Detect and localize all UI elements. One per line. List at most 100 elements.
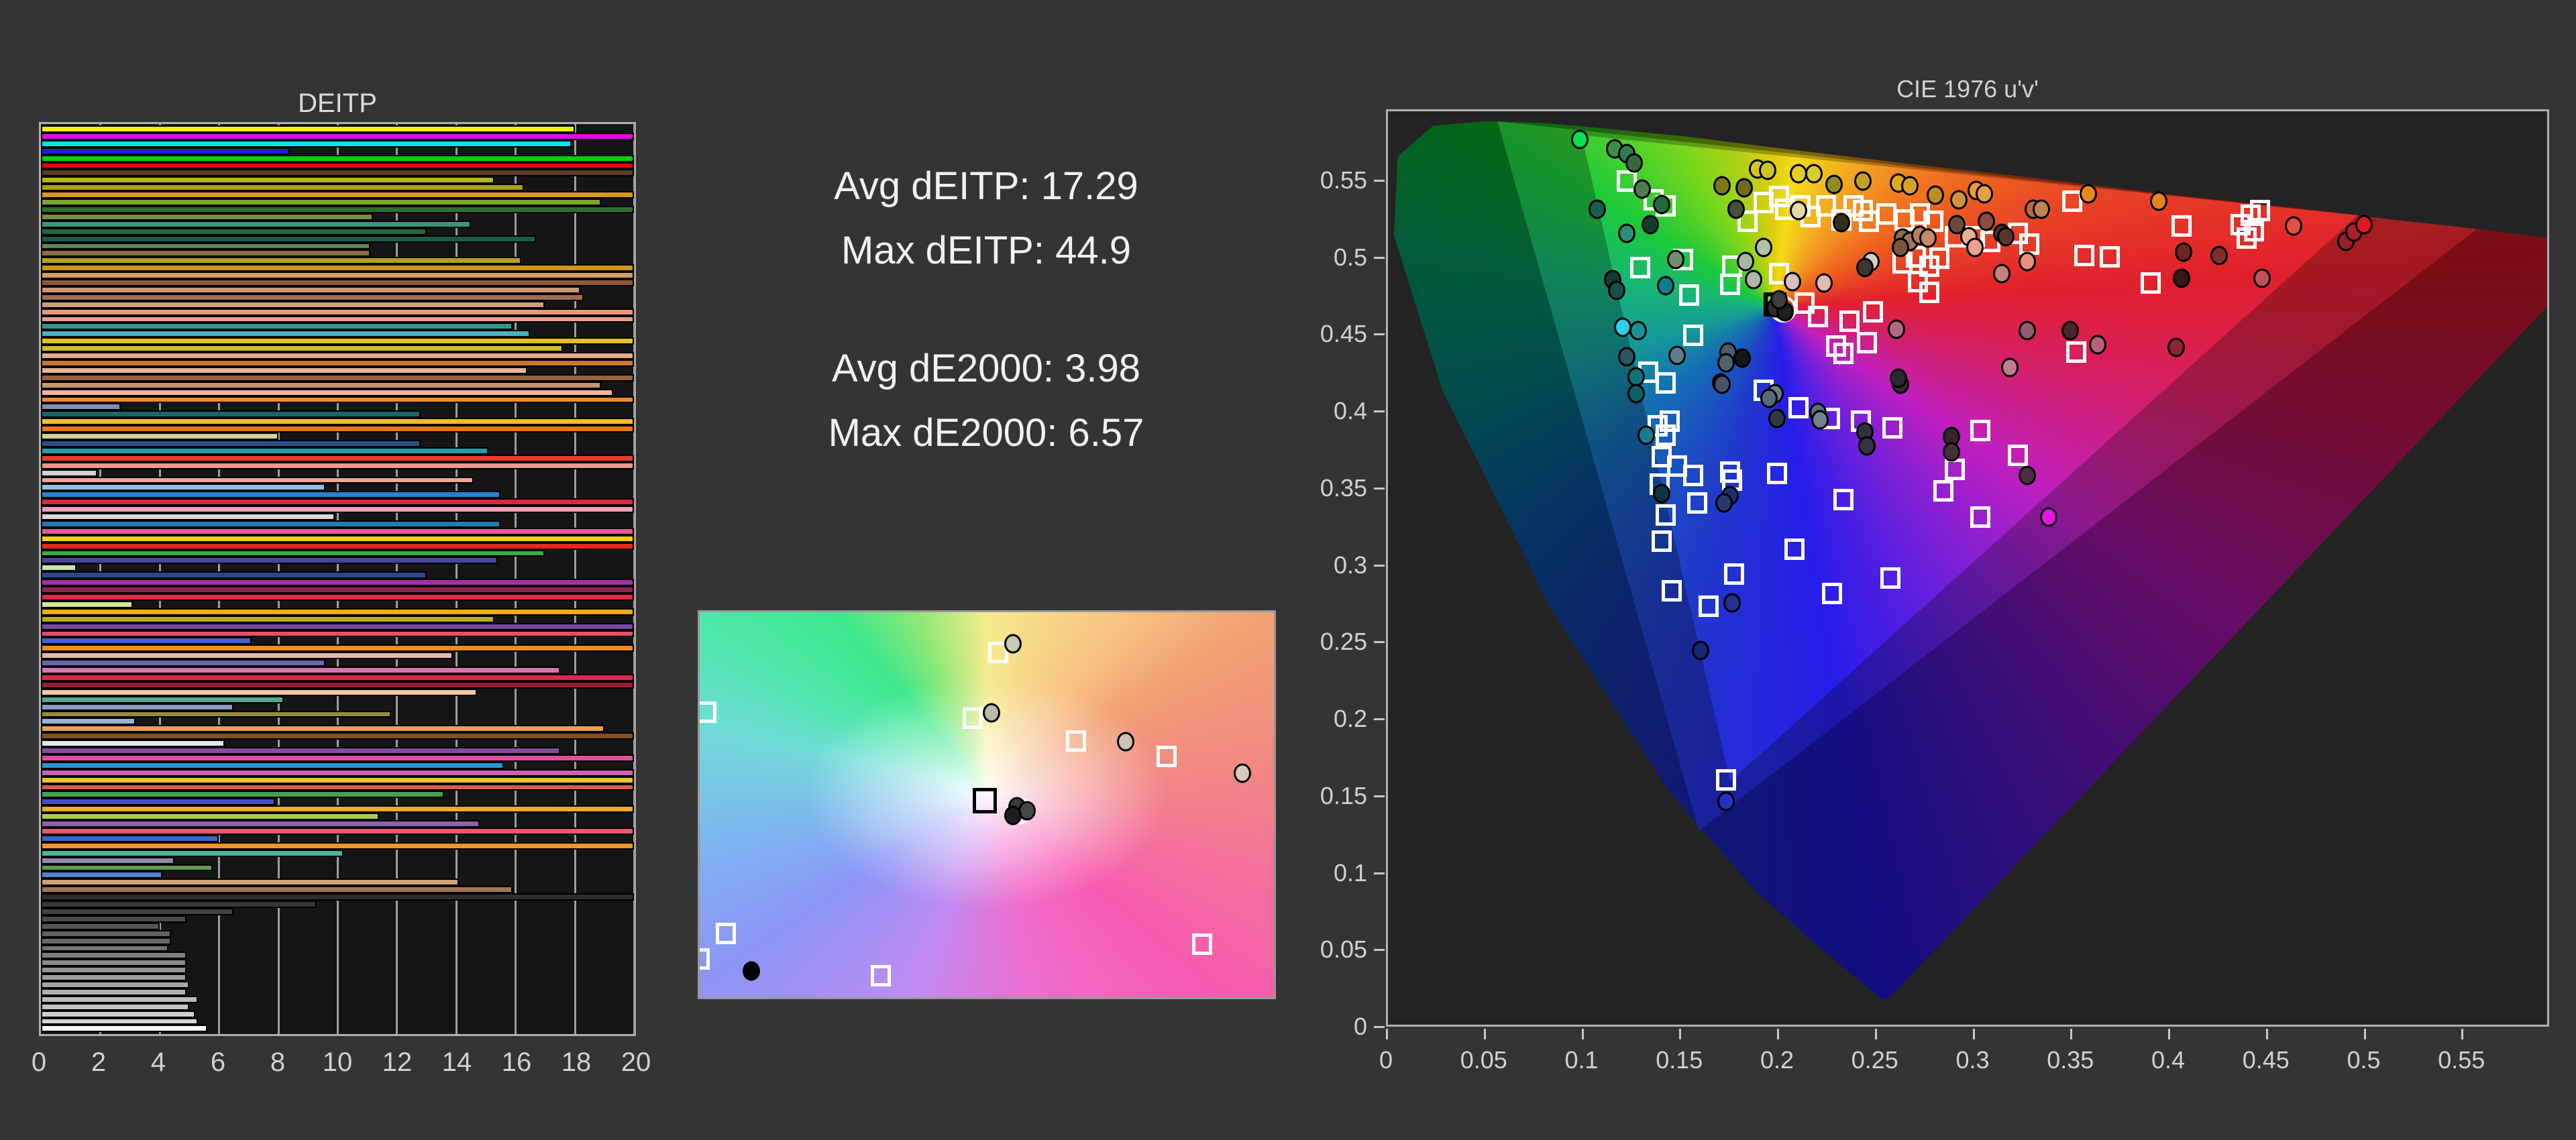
deitp-bar: [41, 966, 186, 974]
deitp-x-tick-label: 12: [382, 1047, 413, 1077]
cie-measurement-dot: [1901, 176, 1919, 196]
deitp-bar: [41, 506, 634, 514]
deitp-bar: [41, 132, 634, 140]
cie-measurement-dot: [1715, 493, 1733, 513]
deitp-x-tick-label: 6: [210, 1047, 226, 1077]
cie-measurement-dot: [2040, 507, 2058, 527]
cie-measurement-dot: [2284, 216, 2302, 236]
cie-measurement-dot: [1727, 199, 1745, 219]
cie-x-tick-label: 0.15: [1656, 1046, 1703, 1074]
cie-target-square: [1661, 579, 1682, 602]
cie-y-tickmark: [1374, 564, 1385, 567]
cie-target-square: [1667, 455, 1688, 477]
deitp-bar: [41, 586, 634, 593]
deitp-x-tick-label: 16: [501, 1047, 532, 1077]
deitp-bar: [41, 893, 634, 901]
cie-y-tick-label: 0.35: [1320, 473, 1367, 502]
cie-x-tick-label: 0: [1379, 1046, 1393, 1074]
deitp-bar: [41, 915, 186, 923]
deitp-bar-chart: [39, 122, 636, 1036]
cie-y-tickmark: [1374, 256, 1385, 259]
ab-target-square: [870, 965, 891, 987]
cie-measurement-dot: [1641, 215, 1659, 235]
deitp-bar: [41, 622, 634, 630]
ab-whitepoint-square: [973, 788, 998, 814]
cie-target-square: [1839, 310, 1860, 333]
cie-target-square: [1682, 324, 1703, 346]
ab-plane-scatter: [698, 610, 1276, 999]
cie-measurement-dot: [1754, 237, 1772, 258]
deitp-x-tick-label: 2: [91, 1047, 107, 1077]
deitp-bar: [41, 403, 121, 411]
deitp-bar: [41, 681, 634, 689]
deitp-bar: [41, 154, 634, 162]
deitp-bar: [41, 791, 445, 799]
deitp-bar: [41, 688, 477, 696]
cie-measurement-dot: [1758, 160, 1776, 180]
cie-measurement-dot: [1668, 345, 1686, 365]
cie-measurement-dot: [1993, 264, 2011, 284]
cie-target-square: [1659, 410, 1680, 433]
deitp-bar: [41, 615, 495, 623]
cie-target-square: [1857, 332, 1878, 354]
deitp-bar: [41, 886, 513, 894]
ab-target-square: [1156, 746, 1177, 768]
cie-measurement-dot: [1966, 237, 1984, 258]
deitp-bar: [41, 242, 370, 250]
deitp-bar: [41, 374, 634, 382]
deitp-bar: [41, 257, 522, 265]
cie-measurement-dot: [2019, 321, 2037, 341]
deitp-bar: [41, 974, 186, 982]
cie-x-tickmark: [1972, 1029, 1975, 1039]
deitp-bar: [41, 593, 634, 601]
max-de2000-value: Max dE2000: 6.57: [828, 411, 1144, 455]
cie-measurement-dot: [1608, 280, 1626, 300]
cie-measurement-dot: [1737, 251, 1755, 272]
deitp-bar: [41, 176, 495, 184]
cie-measurement-dot: [1733, 348, 1751, 368]
deitp-bar: [41, 1010, 195, 1018]
cie-x-tick-label: 0.2: [1760, 1046, 1794, 1074]
cie-target-square: [1720, 461, 1741, 483]
cie-measurement-dot: [1825, 174, 1843, 194]
deitp-bar: [41, 856, 174, 864]
deitp-bar: [41, 834, 219, 842]
deitp-bar: [41, 330, 531, 338]
cie-y-tick-label: 0.3: [1333, 551, 1367, 579]
ab-target-square: [700, 948, 710, 970]
deitp-bar: [41, 659, 326, 667]
cie-y-tickmark: [1374, 872, 1385, 874]
cie-measurement-dot: [1666, 249, 1684, 270]
cie-measurement-dot: [1723, 593, 1741, 613]
cie-x-tick-label: 0.3: [1955, 1046, 1990, 1074]
cie-target-square: [1862, 301, 1883, 323]
cie-y-tickmark: [1374, 410, 1385, 412]
deitp-bar: [41, 205, 634, 213]
deitp-bar: [41, 732, 634, 740]
deitp-bar: [41, 279, 634, 286]
cie-measurement-dot: [1833, 213, 1851, 233]
cie-measurement-dot: [2253, 268, 2271, 288]
cie-measurement-dot: [1692, 640, 1710, 661]
deitp-bar: [41, 644, 634, 652]
cie-measurement-dot: [1653, 483, 1671, 504]
deitp-bar: [41, 1017, 199, 1025]
cie-target-square: [1720, 274, 1741, 296]
cie-measurement-dot: [2032, 199, 2050, 219]
deitp-bar: [41, 286, 581, 294]
deitp-bar: [41, 439, 421, 447]
cie-measurement-dot: [1570, 129, 1589, 150]
cie-x-tick-label: 0.05: [1460, 1046, 1507, 1074]
cie-measurement-dot: [1891, 237, 1909, 258]
cie-measurement-dot: [2089, 335, 2107, 355]
deitp-bar: [41, 433, 278, 440]
cie-measurement-dot: [2355, 215, 2373, 235]
deitp-bar: [41, 652, 453, 660]
deitp-bar: [41, 447, 489, 455]
cie-measurement-dot: [1633, 179, 1651, 199]
cie-target-square: [1699, 595, 1719, 617]
cie-target-square: [1723, 563, 1744, 585]
cie-x-tickmark: [1679, 1029, 1682, 1039]
cie-measurement-dot: [1942, 442, 1960, 462]
cie-measurement-dot: [1889, 368, 1907, 388]
